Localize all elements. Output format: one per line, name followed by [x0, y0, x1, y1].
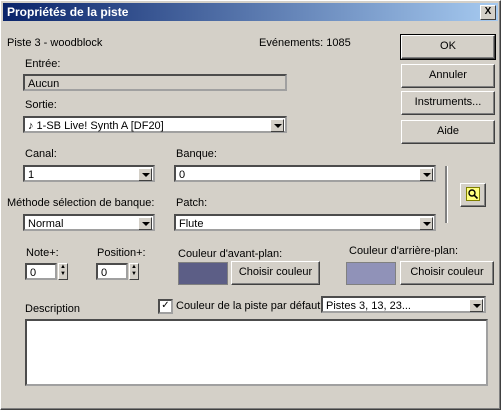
bank-select[interactable]: 0 [174, 165, 436, 182]
chevron-down-icon[interactable] [270, 119, 284, 132]
search-patch-button[interactable] [460, 183, 486, 207]
note-spin[interactable]: ▲ ▼ [58, 263, 68, 280]
description-label: Description [25, 303, 81, 315]
background-label: Couleur d'arrière-plan: [349, 245, 459, 257]
position-value: 0 [101, 267, 108, 279]
channel-select[interactable]: 1 [23, 165, 155, 182]
patch-select[interactable]: Flute [174, 214, 436, 231]
output-label: Sortie: [25, 99, 57, 111]
chevron-down-icon[interactable] [469, 299, 483, 312]
bank-method-label: Méthode sélection de banque: [7, 197, 155, 209]
input-label: Entrée: [25, 58, 61, 70]
channel-value: 1 [28, 169, 35, 181]
bank-value: 0 [179, 169, 186, 181]
check-icon: ✓ [161, 300, 170, 311]
output-select[interactable]: ♪ 1-SB Live! Synth A [DF20] [23, 116, 287, 133]
input-field[interactable]: Aucun [23, 74, 287, 91]
track-properties-dialog: Propriétés de la piste X Piste 3 - woodb… [0, 0, 501, 410]
spin-up-icon[interactable]: ▲ [59, 264, 67, 271]
spin-up-icon[interactable]: ▲ [130, 264, 138, 271]
position-stepper[interactable]: 0 [96, 263, 128, 280]
chevron-down-icon[interactable] [138, 168, 152, 181]
tracks-select[interactable]: Pistes 3, 13, 23... [321, 296, 486, 313]
background-swatch [346, 262, 396, 285]
foreground-swatch [178, 262, 228, 285]
instruments-button[interactable]: Instruments... [401, 91, 495, 115]
track-name: Piste 3 - woodblock [7, 37, 103, 49]
note-label: Note+: [26, 247, 59, 259]
chevron-down-icon[interactable] [419, 168, 433, 181]
title-bar[interactable]: Propriétés de la piste X [3, 3, 498, 21]
foreground-label: Couleur d'avant-plan: [178, 248, 283, 260]
choose-foreground-button[interactable]: Choisir couleur [231, 261, 320, 285]
patch-label: Patch: [176, 197, 208, 209]
position-spin[interactable]: ▲ ▼ [129, 263, 139, 280]
divider [445, 166, 448, 223]
choose-background-button[interactable]: Choisir couleur [400, 261, 494, 285]
description-textarea[interactable] [25, 319, 488, 386]
input-value: Aucun [28, 78, 60, 90]
help-button[interactable]: Aide [401, 120, 495, 144]
tracks-value: Pistes 3, 13, 23... [326, 300, 411, 312]
default-color-checkbox[interactable]: ✓ [158, 299, 173, 314]
spin-down-icon[interactable]: ▼ [130, 271, 138, 278]
ok-button[interactable]: OK [400, 34, 496, 60]
search-icon [466, 187, 480, 201]
window-title: Propriétés de la piste [7, 5, 129, 19]
default-color-label[interactable]: Couleur de la piste par défaut: [176, 300, 323, 312]
chevron-down-icon[interactable] [419, 217, 433, 230]
output-value: ♪ 1-SB Live! Synth A [DF20] [28, 120, 164, 132]
position-label: Position+: [97, 247, 146, 259]
close-button[interactable]: X [480, 5, 496, 20]
patch-value: Flute [179, 218, 204, 230]
bank-label: Banque: [176, 148, 217, 160]
chevron-down-icon[interactable] [138, 217, 152, 230]
note-stepper[interactable]: 0 [25, 263, 57, 280]
bank-method-value: Normal [28, 218, 64, 230]
note-value: 0 [30, 267, 37, 279]
cancel-button[interactable]: Annuler [401, 64, 495, 88]
bank-method-select[interactable]: Normal [23, 214, 155, 231]
events-count: Evénements: 1085 [259, 37, 351, 49]
channel-label: Canal: [25, 148, 57, 160]
spin-down-icon[interactable]: ▼ [59, 271, 67, 278]
